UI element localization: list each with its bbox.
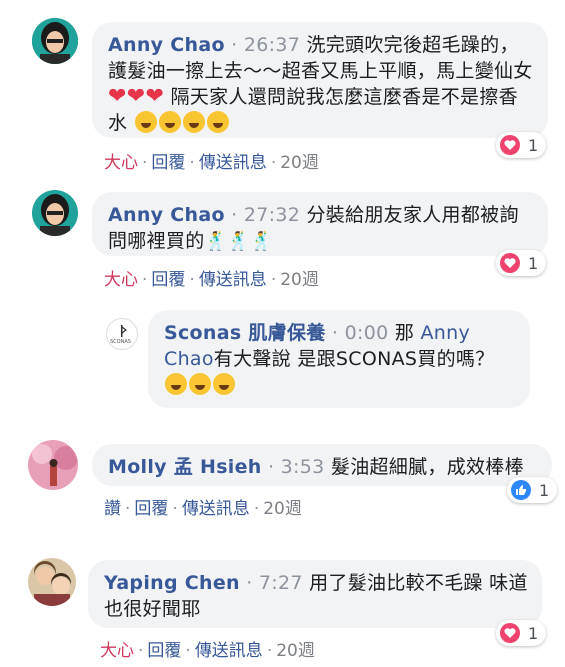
avatar-image (28, 440, 78, 490)
reply-button[interactable]: 回覆 (134, 499, 168, 519)
comment-bubble: Sconas 肌膚保養 · 0:00 那 Anny Chao有大聲說 是跟SCO… (148, 310, 530, 408)
comment-author[interactable]: Molly 孟 Hsieh (108, 456, 262, 478)
comment-actions: 大心 · 回覆 · 傳送訊息 · 20週 (100, 641, 315, 661)
comment-bubble: Anny Chao · 27:32 分裝給朋友家人用都被詢問哪裡買的🕺🕺🕺 (92, 192, 548, 256)
reply-button[interactable]: 回覆 (151, 153, 185, 173)
love-button[interactable]: 大心 (100, 641, 134, 661)
laughing-emoji-icon (182, 111, 205, 133)
like-icon (511, 480, 531, 500)
send-message-button[interactable]: 傳送訊息 (199, 153, 267, 173)
page-avatar[interactable]: SCONAS (106, 318, 138, 350)
dancing-man-emoji-icon: 🕺🕺🕺 (204, 231, 273, 252)
comment-age[interactable]: 20週 (276, 641, 315, 661)
comment-text-2: 有大聲說 是跟SCONAS買的嗎？ (213, 348, 495, 370)
send-message-button[interactable]: 傳送訊息 (199, 270, 267, 290)
avatar-image (32, 18, 78, 64)
comment-age[interactable]: 20週 (263, 499, 302, 519)
comment-bubble: Molly 孟 Hsieh · 3:53 髮油超細膩，成效棒棒 (92, 444, 552, 486)
heart-icon (500, 135, 520, 155)
comment-time[interactable]: 27:32 (244, 204, 300, 226)
send-message-button[interactable]: 傳送訊息 (182, 499, 250, 519)
comment-bubble: Anny Chao · 26:37 洗完頭吹完後超毛躁的，護髮油一擦上去～～超香… (92, 22, 548, 138)
send-message-button[interactable]: 傳送訊息 (195, 641, 263, 661)
laughing-emoji-icon (158, 111, 181, 133)
comment-author[interactable]: Sconas 肌膚保養 (164, 322, 326, 344)
comment-text: 那 (394, 322, 421, 344)
comment-text: 髮油超細膩，成效棒棒 (330, 456, 524, 478)
love-button[interactable]: 大心 (104, 270, 138, 290)
avatar-logo-text: SCONAS (110, 339, 131, 345)
smiling-emoji-icon (213, 373, 235, 395)
comment-time[interactable]: 7:27 (259, 572, 303, 594)
comment-actions: 大心 · 回覆 · 傳送訊息 · 20週 (104, 270, 319, 290)
laughing-emoji-icon (165, 373, 187, 395)
comment-age[interactable]: 20週 (280, 270, 319, 290)
avatar-image (32, 190, 78, 236)
heart-icon (500, 253, 520, 273)
avatar[interactable] (28, 440, 78, 490)
avatar[interactable] (28, 558, 76, 606)
comment-actions: 大心 · 回覆 · 傳送訊息 · 20週 (104, 153, 319, 173)
kissing-emoji-icon (189, 373, 211, 395)
comment-age[interactable]: 20週 (280, 153, 319, 173)
love-button[interactable]: 大心 (104, 153, 138, 173)
comment-time[interactable]: 0:00 (345, 322, 389, 344)
heart-icon (500, 623, 520, 643)
comment-author[interactable]: Yaping Chen (104, 572, 240, 594)
avatar[interactable] (32, 18, 78, 64)
laughing-emoji-icon (134, 111, 157, 133)
reaction-count[interactable]: 1 (507, 477, 558, 503)
reply-button[interactable]: 回覆 (147, 641, 181, 661)
reply-button[interactable]: 回覆 (151, 270, 185, 290)
like-button[interactable]: 讚 (104, 499, 121, 519)
avatar-image (28, 558, 76, 606)
laughing-emoji-icon (206, 111, 229, 133)
heart-emoji-icon: ❤❤❤ (108, 84, 165, 109)
reaction-count[interactable]: 1 (496, 132, 547, 158)
comment-author[interactable]: Anny Chao (108, 34, 225, 56)
comment-bubble: Yaping Chen · 7:27 用了髮油比較不毛躁 味道也很好聞耶 (88, 560, 542, 628)
comment-author[interactable]: Anny Chao (108, 204, 225, 226)
reaction-count[interactable]: 1 (496, 250, 547, 276)
comment-actions: 讚 · 回覆 · 傳送訊息 · 20週 (104, 499, 302, 519)
avatar[interactable] (32, 190, 78, 236)
comment-time[interactable]: 26:37 (244, 34, 300, 56)
reaction-count[interactable]: 1 (496, 620, 547, 646)
comment-time[interactable]: 3:53 (281, 456, 325, 478)
